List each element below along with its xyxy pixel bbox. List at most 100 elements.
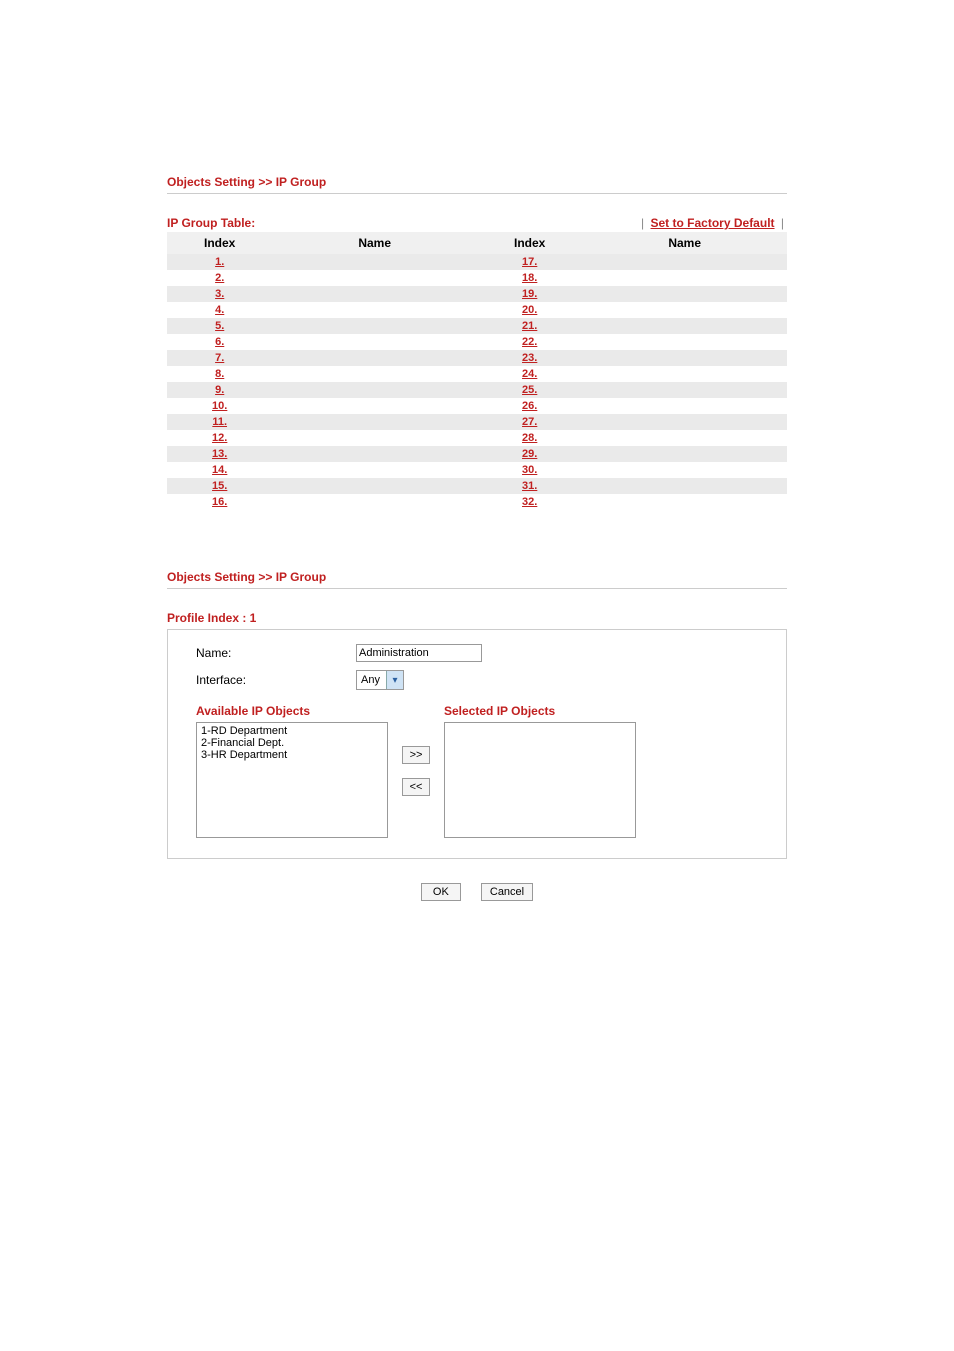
index-link[interactable]: 1. [215,256,224,268]
table-row: 16. 32. [167,494,787,510]
name-cell [582,462,787,478]
name-cell [272,382,477,398]
table-row: 1. 17. [167,254,787,270]
name-cell [272,270,477,286]
ok-button[interactable]: OK [421,883,461,901]
index-link[interactable]: 25. [522,384,537,396]
index-link[interactable]: 15. [212,480,227,492]
table-row: 3. 19. [167,286,787,302]
index-link[interactable]: 26. [522,400,537,412]
set-to-factory-default-link[interactable]: Set to Factory Default [651,216,775,230]
name-cell [582,318,787,334]
list-item[interactable]: 3-HR Department [201,749,383,761]
index-link[interactable]: 30. [522,464,537,476]
name-cell [272,398,477,414]
index-link[interactable]: 21. [522,320,537,332]
index-link[interactable]: 20. [522,304,537,316]
name-label: Name: [196,646,356,660]
selected-listbox[interactable] [444,722,636,838]
index-link[interactable]: 14. [212,464,227,476]
section-title: Objects Setting >> IP Group [167,570,787,589]
name-cell [582,270,787,286]
add-button[interactable]: >> [402,746,430,764]
name-cell [272,430,477,446]
name-cell [582,254,787,270]
name-cell [582,430,787,446]
ip-group-table: Index Name Index Name 1.17.2.18.3.19.4.2… [167,232,787,510]
table-row: 6. 22. [167,334,787,350]
index-link[interactable]: 5. [215,320,224,332]
name-cell [272,254,477,270]
action-buttons: OK Cancel [167,883,787,901]
index-link[interactable]: 8. [215,368,224,380]
name-cell [582,350,787,366]
index-link[interactable]: 10. [212,400,227,412]
index-link[interactable]: 27. [522,416,537,428]
table-row: 11. 27. [167,414,787,430]
name-cell [272,494,477,510]
index-link[interactable]: 7. [215,352,224,364]
index-link[interactable]: 16. [212,496,227,508]
table-row: 13. 29. [167,446,787,462]
table-row: 7. 23. [167,350,787,366]
col-name-header-right: Name [582,232,787,254]
table-row: 15. 31. [167,478,787,494]
index-link[interactable]: 31. [522,480,537,492]
selected-label: Selected IP Objects [444,704,636,718]
name-cell [272,350,477,366]
name-cell [272,366,477,382]
list-item[interactable]: 2-Financial Dept. [201,737,383,749]
name-cell [582,302,787,318]
name-cell [272,334,477,350]
index-link[interactable]: 19. [522,288,537,300]
interface-value: Any [361,674,380,686]
name-cell [582,414,787,430]
interface-label: Interface: [196,673,356,687]
remove-button[interactable]: << [402,778,430,796]
index-link[interactable]: 9. [215,384,224,396]
name-cell [582,478,787,494]
name-cell [582,286,787,302]
available-listbox[interactable]: 1-RD Department2-Financial Dept.3-HR Dep… [196,722,388,838]
index-link[interactable]: 13. [212,448,227,460]
index-link[interactable]: 28. [522,432,537,444]
section-title: Objects Setting >> IP Group [167,175,787,194]
name-cell [272,318,477,334]
table-row: 10. 26. [167,398,787,414]
name-cell [582,382,787,398]
name-cell [582,398,787,414]
name-cell [582,446,787,462]
index-link[interactable]: 12. [212,432,227,444]
index-link[interactable]: 32. [522,496,537,508]
index-link[interactable]: 6. [215,336,224,348]
table-row: 2. 18. [167,270,787,286]
index-link[interactable]: 29. [522,448,537,460]
transfer-lists: Available IP Objects 1-RD Department2-Fi… [196,704,758,838]
index-link[interactable]: 24. [522,368,537,380]
name-cell [272,286,477,302]
index-link[interactable]: 2. [215,272,224,284]
index-link[interactable]: 4. [215,304,224,316]
name-input[interactable] [356,644,482,662]
profile-form: Name: Interface: Any ▾ Available IP Obje… [167,629,787,859]
index-link[interactable]: 18. [522,272,537,284]
table-row: 4. 20. [167,302,787,318]
table-row: 9. 25. [167,382,787,398]
name-cell [272,414,477,430]
name-cell [582,494,787,510]
table-row: 8. 24. [167,366,787,382]
name-cell [272,446,477,462]
index-link[interactable]: 22. [522,336,537,348]
index-link[interactable]: 3. [215,288,224,300]
interface-select[interactable]: Any ▾ [356,670,404,690]
col-name-header-left: Name [272,232,477,254]
table-row: 5. 21. [167,318,787,334]
index-link[interactable]: 17. [522,256,537,268]
col-index-header-right: Index [477,232,582,254]
index-link[interactable]: 11. [212,416,227,428]
cancel-button[interactable]: Cancel [481,883,533,901]
name-cell [272,478,477,494]
index-link[interactable]: 23. [522,352,537,364]
profile-index-label: Profile Index : 1 [167,611,787,625]
list-item[interactable]: 1-RD Department [201,725,383,737]
